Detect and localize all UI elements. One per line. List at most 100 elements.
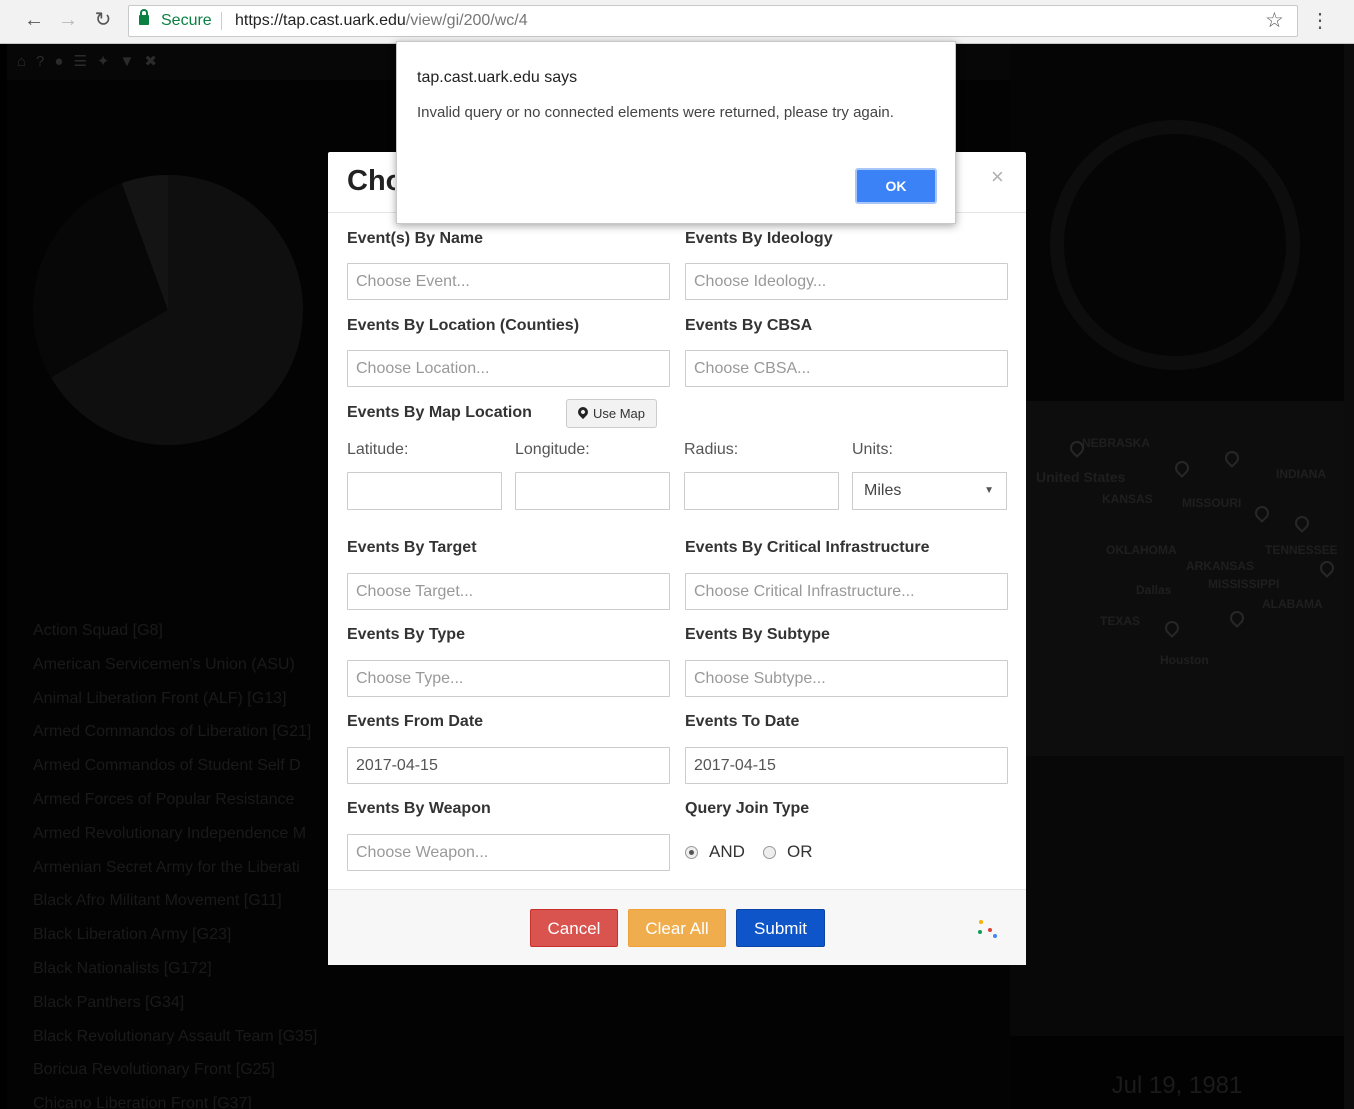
list-item: Chicano Liberation Front [G37] (33, 1095, 252, 1109)
weapon-label: Events By Weapon (347, 800, 491, 817)
secure-label: Secure (161, 12, 212, 29)
latitude-input[interactable] (347, 472, 502, 510)
use-map-button[interactable]: Use Map (566, 399, 657, 428)
subtype-label: Events By Subtype (685, 626, 830, 643)
map-label: MISSISSIPPI (1208, 577, 1280, 591)
subtype-input[interactable]: Choose Subtype... (685, 660, 1008, 697)
event-name-label: Event(s) By Name (347, 230, 484, 247)
list-item: Armed Commandos of Student Self D (33, 757, 301, 775)
ok-button[interactable]: OK (855, 168, 937, 204)
modal-footer: Cancel Clear All Submit (328, 889, 1026, 965)
map-label: OKLAHOMA (1106, 543, 1177, 557)
cbsa-input[interactable]: Choose CBSA... (685, 350, 1008, 387)
from-date-label: Events From Date (347, 713, 484, 730)
location-label: Events By Location (Counties) (347, 317, 580, 334)
browser-menu-icon[interactable]: ⋮ (1310, 8, 1330, 33)
units-select[interactable]: Miles ▼ (852, 472, 1007, 510)
event-name-input[interactable]: Choose Event... (347, 263, 670, 300)
ideology-input[interactable]: Choose Ideology... (685, 263, 1008, 300)
map-pin-icon (1227, 608, 1247, 628)
longitude-label: Longitude: (515, 441, 590, 458)
join-type-label: Query Join Type (685, 800, 810, 817)
background-pie-chart (33, 175, 303, 445)
map-pin-icon (1317, 558, 1337, 578)
infrastructure-input[interactable]: Choose Critical Infrastructure... (685, 573, 1008, 610)
list-item: Armed Revolutionary Independence M (33, 824, 307, 842)
map-pin-icon (1252, 503, 1272, 523)
location-placeholder: Choose Location... (356, 360, 490, 377)
close-icon[interactable]: × (991, 166, 1004, 188)
or-radio-label[interactable]: OR (787, 842, 813, 862)
list-item: Black Panthers [G34] (33, 993, 185, 1011)
loading-spinner-icon (976, 918, 1000, 942)
alert-title: tap.cast.uark.edu says (417, 69, 578, 86)
map-label: TENNESSEE (1265, 543, 1338, 557)
choose-events-modal: Choose Events × Event(s) By Name Events … (328, 152, 1026, 965)
weapon-input[interactable]: Choose Weapon... (347, 834, 670, 871)
location-input[interactable]: Choose Location... (347, 350, 670, 387)
and-radio-label[interactable]: AND (709, 842, 745, 862)
reload-icon[interactable]: ↻ (91, 8, 115, 32)
cbsa-label: Events By CBSA (685, 317, 813, 334)
background-scrollbar (1344, 44, 1354, 1109)
map-label: ALABAMA (1262, 597, 1323, 611)
map-pin-icon (1222, 448, 1242, 468)
type-input[interactable]: Choose Type... (347, 660, 670, 697)
infrastructure-placeholder: Choose Critical Infrastructure... (694, 583, 915, 600)
url-path: /view/gi/200/wc/4 (405, 12, 528, 29)
to-date-value: 2017-04-15 (694, 757, 776, 774)
radius-label: Radius: (684, 441, 739, 458)
submit-button[interactable]: Submit (736, 909, 825, 947)
address-bar[interactable]: Secure https://tap.cast.uark.edu/view/gi… (128, 5, 1298, 37)
target-placeholder: Choose Target... (356, 583, 474, 600)
target-input[interactable]: Choose Target... (347, 573, 670, 610)
clear-all-button[interactable]: Clear All (628, 909, 726, 947)
url-text[interactable]: https://tap.cast.uark.edu/view/gi/200/wc… (235, 6, 528, 36)
longitude-input[interactable] (515, 472, 670, 510)
list-item: Animal Liberation Front (ALF) [G13] (33, 689, 287, 707)
map-label: TEXAS (1100, 614, 1141, 628)
event-name-placeholder: Choose Event... (356, 273, 470, 290)
url-host: https://tap.cast.uark.edu (235, 12, 406, 29)
bookmark-star-icon[interactable]: ☆ (1265, 8, 1284, 33)
background-map: NEBRASKA United States KANSAS MISSOURI I… (1010, 401, 1344, 756)
map-label: INDIANA (1276, 467, 1326, 481)
cbsa-placeholder: Choose CBSA... (694, 360, 811, 377)
ideology-placeholder: Choose Ideology... (694, 273, 827, 290)
forward-arrow-icon[interactable]: → (56, 8, 80, 32)
to-date-input[interactable]: 2017-04-15 (685, 747, 1008, 784)
map-label: United States (1036, 469, 1126, 485)
units-label: Units: (852, 441, 893, 458)
background-group-list: Action Squad [G8] American Servicemen's … (33, 622, 333, 1109)
radius-input[interactable] (684, 472, 839, 510)
modal-title: Choose Events (347, 165, 395, 197)
or-radio[interactable] (763, 846, 776, 859)
alert-message: Invalid query or no connected elements w… (417, 104, 894, 121)
ideology-label: Events By Ideology (685, 230, 833, 247)
background-circle-chart (1050, 120, 1300, 370)
map-label: MISSOURI (1182, 496, 1242, 510)
latitude-label: Latitude: (347, 441, 409, 458)
list-item: Armenian Secret Army for the Liberati (33, 858, 300, 876)
cancel-button[interactable]: Cancel (530, 909, 618, 947)
subtype-placeholder: Choose Subtype... (694, 670, 826, 687)
map-pin-icon (1292, 513, 1312, 533)
weapon-placeholder: Choose Weapon... (356, 844, 489, 861)
units-value: Miles (864, 482, 902, 499)
map-label: ARKANSAS (1186, 559, 1255, 573)
list-item: Armed Commandos of Liberation [G21] (33, 723, 312, 741)
browser-toolbar: ← → ↻ Secure https://tap.cast.uark.edu/v… (0, 0, 1354, 44)
from-date-input[interactable]: 2017-04-15 (347, 747, 670, 784)
and-radio[interactable] (685, 846, 698, 859)
back-arrow-icon[interactable]: ← (22, 8, 46, 32)
map-pin-icon (1162, 618, 1182, 638)
address-separator (221, 12, 222, 30)
alert-dialog: tap.cast.uark.edu says Invalid query or … (396, 41, 956, 224)
background-bottom-panel (1010, 756, 1344, 1036)
list-item: Black Revolutionary Assault Team [G35] (33, 1027, 318, 1045)
list-item: Black Liberation Army [G23] (33, 926, 232, 944)
map-label: Houston (1160, 653, 1209, 667)
chevron-down-icon: ▼ (984, 485, 994, 496)
target-label: Events By Target (347, 539, 477, 556)
use-map-label: Use Map (593, 406, 646, 421)
